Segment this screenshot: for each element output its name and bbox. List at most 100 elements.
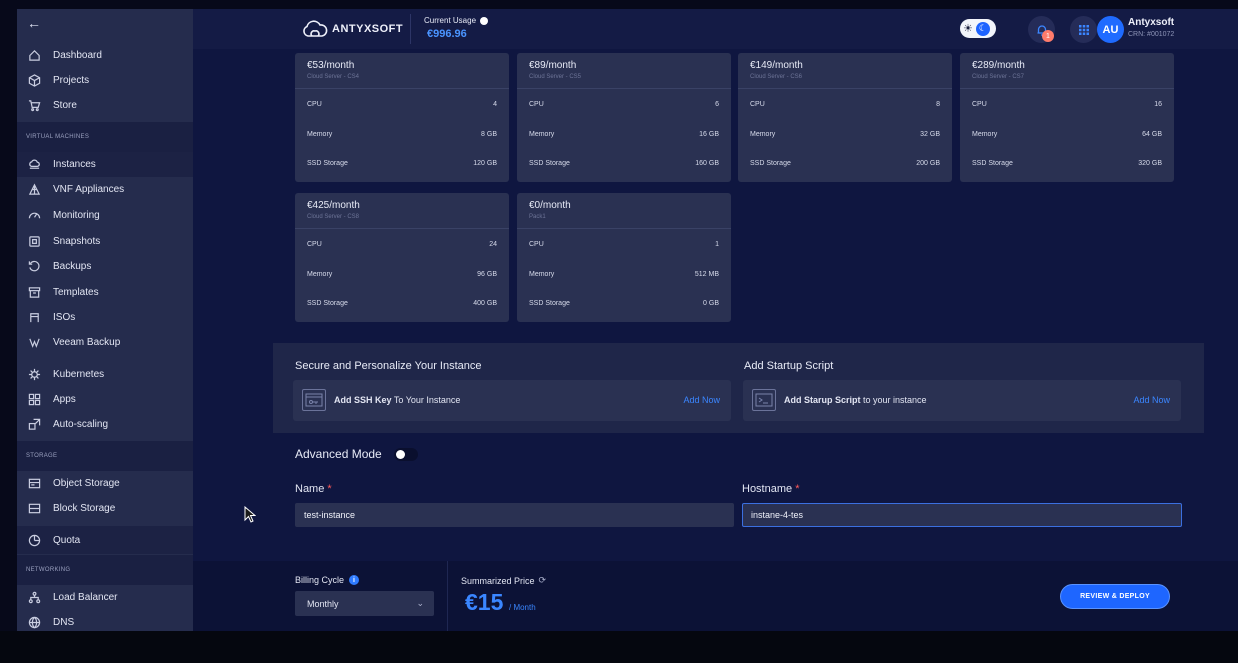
sidebar-item-veeam-backup[interactable]: Veeam Backup [17, 330, 193, 355]
plan-price: €425/month [307, 200, 360, 211]
add-ssh-key-text: Add SSH Key To Your Instance [334, 395, 461, 405]
section-virtual-machines: VIRTUAL MACHINES [17, 122, 193, 152]
grid-icon [27, 393, 41, 407]
plan-price: €0/month [529, 200, 571, 211]
name-input[interactable] [295, 503, 734, 527]
section-storage: STORAGE [17, 441, 193, 471]
sidebar-item-monitoring[interactable]: Monitoring [17, 203, 193, 228]
sidebar-item-auto-scaling[interactable]: Auto-scaling [17, 412, 193, 437]
plan-price: €89/month [529, 60, 577, 71]
user-crn: CRN: #001072 [1128, 31, 1175, 38]
sidebar-item-label: Monitoring [53, 210, 100, 221]
info-icon[interactable] [480, 16, 489, 25]
plan-row-cpu: CPU 1 [529, 241, 719, 248]
divider [517, 88, 731, 89]
summarized-price-label: Summarized Price ⟳ [461, 575, 547, 586]
plan-row-cpu: CPU 16 [972, 101, 1162, 108]
helm-icon [27, 368, 41, 382]
startup-script-title: Add Startup Script [744, 360, 834, 372]
theme-toggle[interactable]: ☀ ☾ [960, 19, 996, 38]
brand-logo[interactable]: ANTYXSOFT [301, 19, 403, 39]
add-ssh-key-link[interactable]: Add Now [683, 395, 720, 405]
plan-card[interactable]: €0/month Pack1 CPU 1 Memory 512 MB SSD Storage… [517, 193, 731, 322]
user-name[interactable]: Antyxsoft [1128, 17, 1174, 28]
plan-card[interactable]: €53/month Cloud Server - CS4 CPU 4 Memory 8 G… [295, 53, 509, 182]
sidebar-item-dashboard[interactable]: Dashboard [17, 43, 193, 68]
sidebar-item-isos[interactable]: ISOs [17, 305, 193, 330]
sidebar-item-label: Dashboard [53, 50, 102, 61]
taskbar-area [0, 631, 1238, 663]
home-icon [27, 49, 41, 63]
current-usage-label: Current Usage [424, 16, 489, 25]
header-divider [410, 14, 411, 44]
toggle-knob [396, 450, 405, 459]
summarized-price-value: €15 [465, 589, 504, 615]
plan-card[interactable]: €89/month Cloud Server - CS5 CPU 6 Memory 16 … [517, 53, 731, 182]
review-deploy-button[interactable]: REVIEW & DEPLOY [1060, 584, 1170, 609]
refresh-icon[interactable]: ⟳ [539, 575, 547, 586]
sidebar-item-vnf-appliances[interactable]: VNF Appliances [17, 177, 193, 202]
sidebar-item-label: Quota [53, 534, 81, 546]
add-ssh-key-card[interactable]: Add SSH Key To Your Instance Add Now [293, 380, 731, 421]
plan-name: Cloud Server - CS4 [307, 74, 360, 80]
sidebar-item-label: Instances [53, 159, 96, 170]
sidebar-item-backups[interactable]: Backups [17, 254, 193, 279]
plan-price: €289/month [972, 60, 1025, 71]
plan-row-memory: Memory 8 GB [307, 131, 497, 138]
usage-label-text: Current Usage [424, 16, 477, 25]
sidebar-item-store[interactable]: Store [17, 93, 193, 118]
sidebar-item-label: Backups [53, 261, 92, 272]
divider [960, 88, 1174, 89]
apps-grid-button[interactable] [1070, 16, 1097, 43]
sidebar-item-instances[interactable]: Instances [17, 152, 193, 177]
sidebar-item-templates[interactable]: Templates [17, 280, 193, 305]
sidebar-item-projects[interactable]: Projects [17, 68, 193, 93]
notification-count-badge: 1 [1042, 30, 1054, 42]
archive-icon [27, 286, 41, 300]
secure-title: Secure and Personalize Your Instance [295, 360, 482, 372]
app-window: ← Dashboard Projects Store VIRTUAL MACHI… [17, 9, 1238, 631]
plan-row-cpu: CPU 8 [750, 101, 940, 108]
history-icon [27, 260, 41, 274]
logo-text: ANTYXSOFT [332, 23, 404, 35]
plan-card[interactable]: €149/month Cloud Server - CS6 CPU 8 Memory 32… [738, 53, 952, 182]
sidebar-item-apps[interactable]: Apps [17, 387, 193, 412]
sidebar-item-object-storage[interactable]: Object Storage [17, 471, 193, 496]
sidebar-item-quota[interactable]: Quota [17, 526, 193, 554]
avatar[interactable]: AU [1097, 16, 1124, 43]
camera-icon [27, 235, 41, 249]
plan-card[interactable]: €289/month Cloud Server - CS7 CPU 16 Memory 6… [960, 53, 1174, 182]
chevron-down-icon: ⌄ [416, 598, 424, 608]
sidebar-item-label: DNS [53, 617, 75, 628]
info-icon[interactable]: i [349, 575, 360, 585]
secure-personalize-section: Secure and Personalize Your Instance Add… [273, 343, 1204, 433]
divider [295, 88, 509, 89]
sidebar-item-snapshots[interactable]: Snapshots [17, 229, 193, 254]
add-startup-script-link[interactable]: Add Now [1133, 395, 1170, 405]
divider [738, 88, 952, 89]
sidebar-item-dns[interactable]: DNS [17, 610, 193, 631]
block-icon [27, 502, 41, 516]
plan-row-ssd: SSD Storage 200 GB [750, 160, 940, 167]
billing-cycle-select[interactable]: Monthly ⌄ [295, 591, 434, 616]
add-startup-script-card[interactable]: Add Starup Script to your instance Add N… [743, 380, 1181, 421]
notifications-button[interactable]: 1 [1028, 16, 1055, 43]
plan-name: Cloud Server - CS7 [972, 74, 1025, 80]
sidebar-item-block-storage[interactable]: Block Storage [17, 496, 193, 521]
advanced-mode-label: Advanced Mode [295, 447, 382, 461]
summarized-price-period: / Month [509, 603, 536, 612]
sidebar-item-load-balancer[interactable]: Load Balancer [17, 585, 193, 610]
globe-icon [27, 616, 41, 630]
hostname-input[interactable] [742, 503, 1182, 527]
plan-row-ssd: SSD Storage 0 GB [529, 300, 719, 307]
plan-row-cpu: CPU 4 [307, 101, 497, 108]
sidebar-item-label: Auto-scaling [53, 419, 109, 430]
plan-card[interactable]: €425/month Cloud Server - CS8 CPU 24 Memory 9… [295, 193, 509, 322]
plan-name: Cloud Server - CS6 [750, 74, 803, 80]
moon-icon: ☾ [975, 21, 990, 36]
plan-row-memory: Memory 96 GB [307, 271, 497, 278]
advanced-mode-toggle[interactable] [394, 448, 418, 461]
gauge-icon [27, 209, 41, 223]
back-arrow-icon[interactable]: ← [27, 15, 41, 31]
sidebar-item-kubernetes[interactable]: Kubernetes [17, 362, 193, 387]
